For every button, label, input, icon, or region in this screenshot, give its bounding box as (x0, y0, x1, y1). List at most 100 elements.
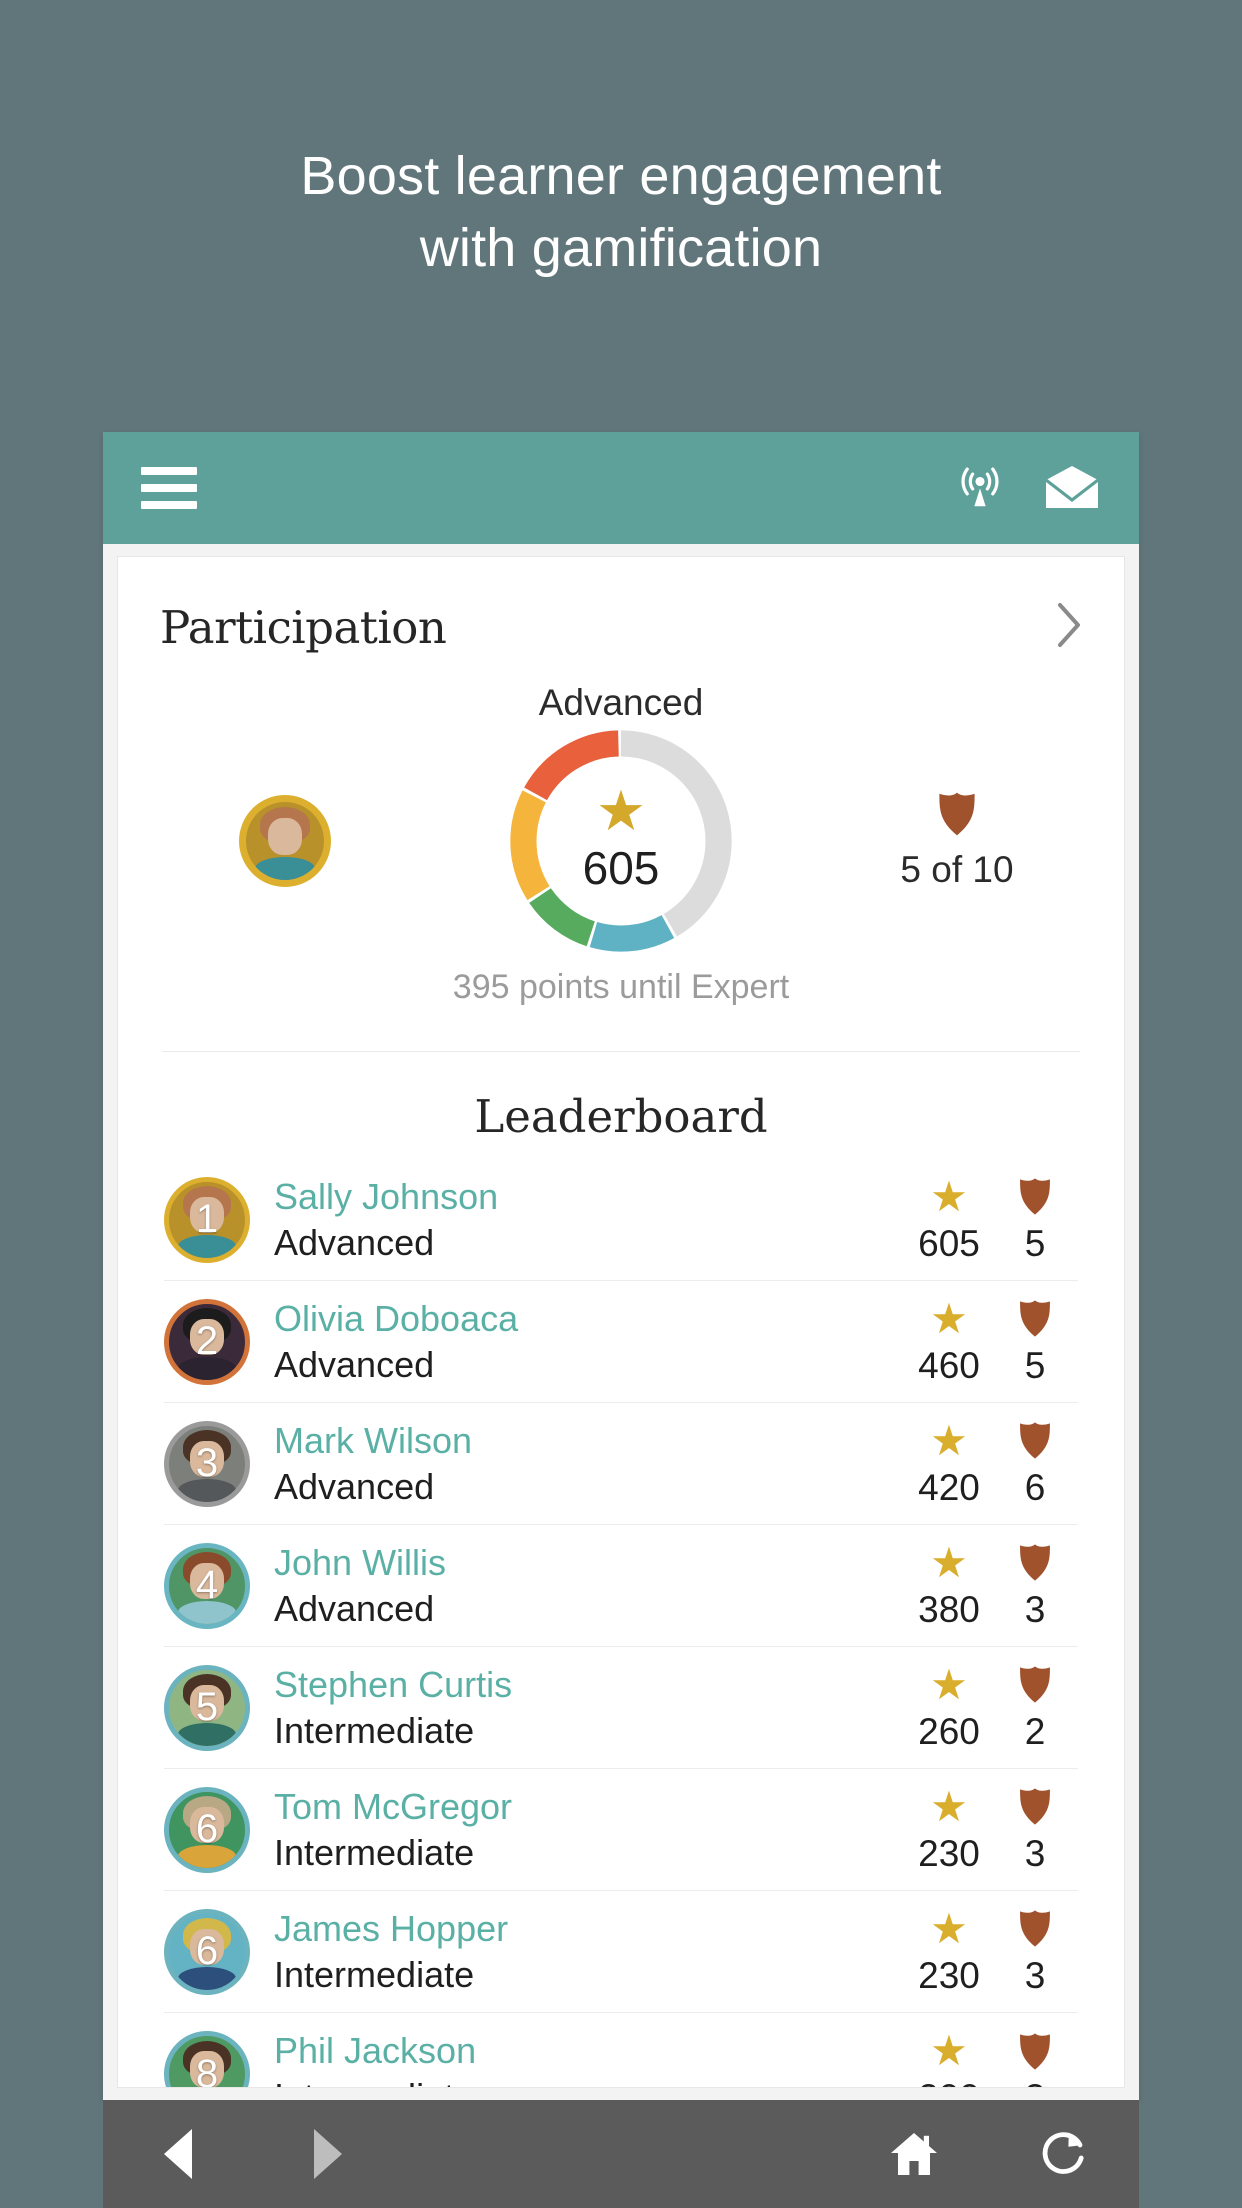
badges-value: 3 (1024, 1832, 1046, 1874)
star-icon: ★ (595, 779, 647, 842)
shield-icon (992, 1541, 1078, 1585)
table-row[interactable]: 4 John Willis Advanced ★ 380 3 (164, 1525, 1078, 1647)
badges-stat: 3 (992, 2029, 1078, 2087)
learner-stats: ★ 380 3 (906, 1541, 1078, 1631)
browser-bottom-bar (103, 2100, 1139, 2208)
rank-number: 8 (195, 2051, 219, 2088)
shield-icon (992, 1297, 1078, 1341)
rank-number: 5 (195, 1685, 219, 1729)
star-icon: ★ (930, 1904, 968, 1952)
rank-number: 2 (195, 1319, 219, 1363)
badges-stat: 3 (992, 1785, 1078, 1875)
learner-stats: ★ 605 5 (906, 1175, 1078, 1265)
learner-name-link[interactable]: Olivia Doboaca (274, 1296, 906, 1342)
learner-name-link[interactable]: Tom McGregor (274, 1784, 906, 1830)
table-row[interactable]: 8 Phil JacksonIntermediate ★ 2003 (164, 2013, 1078, 2088)
learner-level: Advanced (274, 1343, 435, 1385)
table-row[interactable]: 6 Tom McGregor Intermediate ★ 230 3 (164, 1769, 1078, 1891)
star-icon: ★ (930, 1294, 968, 1342)
shield-icon (992, 2029, 1078, 2073)
learner-identity: James Hopper Intermediate (250, 1906, 906, 1998)
user-avatar-container[interactable] (170, 795, 400, 887)
avatar: 4 (164, 1542, 250, 1629)
rank-number: 3 (195, 1441, 219, 1485)
participation-header[interactable]: Participation (118, 557, 1124, 660)
badges-stat: 5 (992, 1175, 1078, 1265)
avatar-art (246, 802, 324, 880)
learner-name-link[interactable]: James Hopper (274, 1906, 906, 1952)
learner-name-link[interactable]: Stephen Curtis (274, 1662, 906, 1708)
leaderboard-list: 1 Sally Johnson Advanced ★ 605 5 2 Olivia Doboa… (118, 1159, 1124, 2088)
learner-stats: ★ 230 3 (906, 1785, 1078, 1875)
back-arrow-icon[interactable] (103, 2127, 253, 2181)
avatar: 8 (164, 2031, 250, 2088)
headline-line-1: Boost learner engagement (300, 146, 942, 206)
avatar: 5 (164, 1664, 250, 1751)
chevron-right-icon[interactable] (1056, 601, 1082, 654)
hero-headline: Boost learner engagement with gamificati… (0, 140, 1242, 284)
points-value: 460 (918, 1344, 980, 1386)
forward-arrow-icon[interactable] (253, 2127, 403, 2181)
points-stat: ★ 200 (906, 2029, 992, 2088)
progress-summary-row: ★ 605 5 of 10 (118, 724, 1124, 954)
hamburger-menu-icon[interactable] (141, 467, 197, 509)
learner-stats: ★ 420 6 (906, 1419, 1078, 1509)
points-value: 380 (918, 1588, 980, 1630)
learner-identity: Mark Wilson Advanced (250, 1418, 906, 1510)
badges-value: 3 (1024, 1588, 1046, 1630)
badges-stat: 2 (992, 1663, 1078, 1753)
badge-count: 5 of 10 (900, 849, 1014, 890)
learner-stats: ★ 230 3 (906, 1907, 1078, 1997)
learner-stats: ★ 460 5 (906, 1297, 1078, 1387)
badges-value: 6 (1024, 1466, 1046, 1508)
points-value: 230 (918, 1832, 980, 1874)
badges-value: 3 (992, 2077, 1078, 2087)
points-value: 605 (582, 842, 660, 894)
shield-icon (992, 1907, 1078, 1951)
points-stat: ★ 420 (906, 1419, 992, 1509)
donut-center-content: ★ 605 (582, 779, 660, 895)
avatar: 1 (164, 1176, 250, 1263)
learner-name-link[interactable]: Sally Johnson (274, 1174, 906, 1220)
participation-card: Participation Advanced ★ 605 5 of 10 395… (117, 556, 1125, 2088)
rank-number: 4 (195, 1563, 219, 1607)
learner-level: Intermediate (274, 1953, 475, 1995)
badges-stat: 6 (992, 1419, 1078, 1509)
table-row[interactable]: 2 Olivia Doboaca Advanced ★ 460 5 (164, 1281, 1078, 1403)
star-icon: ★ (930, 1782, 968, 1830)
star-icon: ★ (930, 2027, 968, 2074)
badge-summary: 5 of 10 (842, 791, 1072, 891)
learner-identity: Stephen Curtis Intermediate (250, 1662, 906, 1754)
learner-identity: Olivia Doboaca Advanced (250, 1296, 906, 1388)
app-screenshot-frame: Participation Advanced ★ 605 5 of 10 395… (103, 432, 1139, 2100)
shield-icon (992, 1785, 1078, 1829)
star-icon: ★ (930, 1538, 968, 1586)
avatar: 6 (164, 1786, 250, 1873)
avatar: 3 (164, 1420, 250, 1507)
learner-identity: Sally Johnson Advanced (250, 1174, 906, 1266)
learner-name-link[interactable]: Phil Jackson (274, 2028, 906, 2074)
shield-icon (992, 1663, 1078, 1707)
avatar: 6 (164, 1908, 250, 1995)
star-icon: ★ (930, 1660, 968, 1708)
table-row[interactable]: 5 Stephen Curtis Intermediate ★ 260 2 (164, 1647, 1078, 1769)
points-stat: ★ 230 (906, 1907, 992, 1997)
points-value: 200 (906, 2077, 992, 2087)
badges-value: 3 (1024, 1954, 1046, 1996)
table-row[interactable]: 1 Sally Johnson Advanced ★ 605 5 (164, 1159, 1078, 1281)
learner-name-link[interactable]: John Willis (274, 1540, 906, 1586)
points-stat: ★ 605 (906, 1175, 992, 1265)
refresh-icon[interactable] (989, 2128, 1139, 2180)
learner-name-link[interactable]: Mark Wilson (274, 1418, 906, 1464)
learner-identity: John Willis Advanced (250, 1540, 906, 1632)
table-row[interactable]: 6 James Hopper Intermediate ★ 230 3 (164, 1891, 1078, 2013)
envelope-icon[interactable] (1043, 459, 1101, 517)
learner-level: Advanced (274, 1221, 435, 1263)
points-stat: ★ 380 (906, 1541, 992, 1631)
points-stat: ★ 260 (906, 1663, 992, 1753)
badges-stat: 5 (992, 1297, 1078, 1387)
broadcast-antenna-icon[interactable] (951, 459, 1009, 517)
home-icon[interactable] (839, 2131, 989, 2177)
table-row[interactable]: 3 Mark Wilson Advanced ★ 420 6 (164, 1403, 1078, 1525)
shield-icon (992, 1419, 1078, 1463)
